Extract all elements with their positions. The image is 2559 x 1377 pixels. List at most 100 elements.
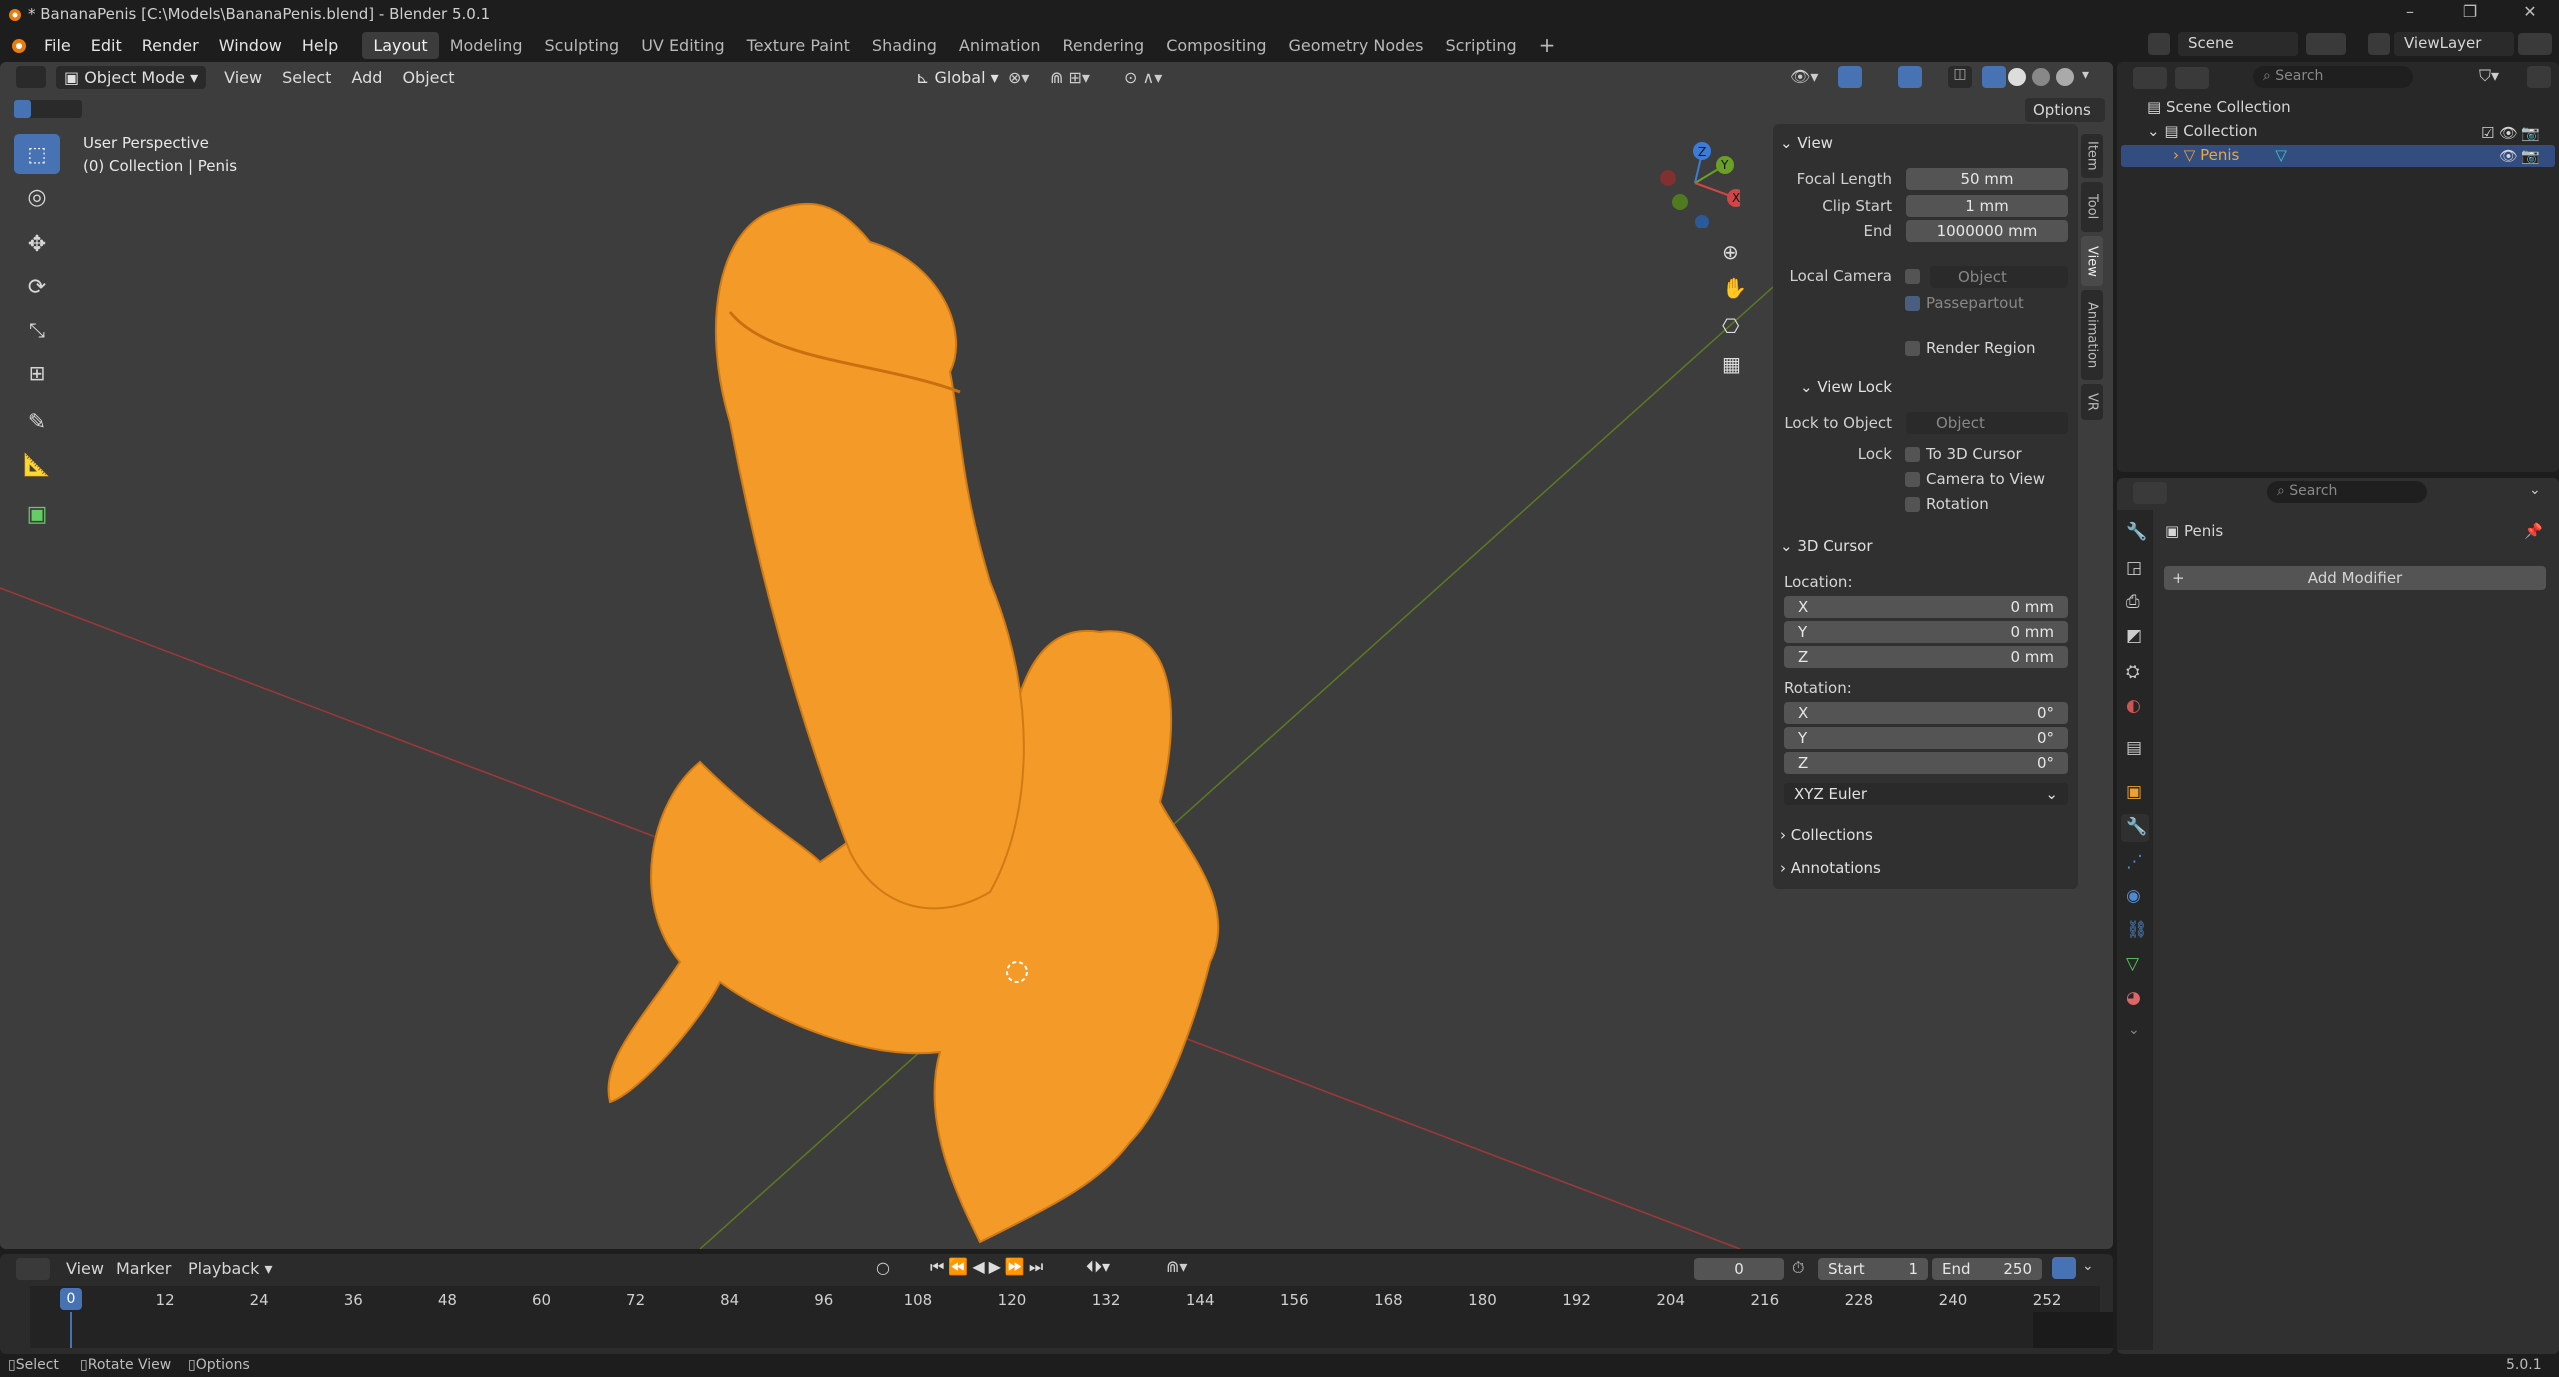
workspace-tab-layout[interactable]: Layout <box>362 31 439 59</box>
clip-start-field[interactable]: 1 mm <box>1906 195 2068 217</box>
outliner-search-input[interactable]: ⌕ Search <box>2253 66 2413 88</box>
start-frame-field[interactable]: Start 1 <box>1818 1258 1928 1280</box>
camera-view-icon[interactable]: ⎔ <box>1722 314 1739 338</box>
workspace-tab-sculpting[interactable]: Sculpting <box>533 32 630 59</box>
menu-edit[interactable]: Edit <box>81 36 132 55</box>
view-section-header[interactable]: ⌄ View <box>1780 134 1833 152</box>
filter-icon[interactable]: ⛉▾ <box>2479 66 2499 86</box>
add-modifier-button[interactable]: + Add Modifier <box>2164 566 2546 590</box>
add-cube-tool[interactable]: ▣ <box>14 494 60 534</box>
camera-icon[interactable]: 📷 <box>2521 147 2540 165</box>
modifier-tab-icon[interactable]: 🔧 <box>2121 814 2149 842</box>
workspace-tab-geometry-nodes[interactable]: Geometry Nodes <box>1278 32 1435 59</box>
timeline-track-area[interactable] <box>30 1286 2100 1348</box>
outliner-scene-collection-row[interactable]: ▤ Scene Collection <box>2147 98 2291 116</box>
measure-tool[interactable]: 📐 <box>14 445 60 485</box>
focal-length-field[interactable]: 50 mm <box>1906 168 2068 190</box>
lock-3d-cursor-checkbox[interactable] <box>1905 447 1920 462</box>
timeline-menu-marker[interactable]: Marker <box>116 1259 171 1278</box>
view-layer-selector[interactable]: ViewLayer <box>2394 32 2514 56</box>
exclude-checkbox-icon[interactable]: ☑ <box>2481 124 2494 142</box>
cursor-rotation-z-field[interactable]: Z 0° <box>1784 752 2068 774</box>
snap-magnet-icon[interactable]: ⋒▾ <box>1166 1257 1187 1276</box>
cursor-location-z-field[interactable]: Z 0 mm <box>1784 646 2068 668</box>
pin-icon[interactable]: 📌 <box>2524 522 2543 540</box>
zoom-icon[interactable]: ⊕ <box>1722 240 1739 264</box>
workspace-tab-rendering[interactable]: Rendering <box>1052 32 1156 59</box>
cursor-rotation-x-field[interactable]: X 0° <box>1784 702 2068 724</box>
collections-section-header[interactable]: › Collections <box>1780 826 1873 844</box>
workspace-tab-texture-paint[interactable]: Texture Paint <box>736 32 861 59</box>
view-layer-tab-icon[interactable]: ◩ <box>2126 626 2142 646</box>
tab-tool[interactable]: Tool <box>2081 182 2103 232</box>
material-tab-icon[interactable]: ◕ <box>2126 988 2141 1008</box>
tab-view[interactable]: View <box>2081 236 2103 286</box>
output-tab-icon[interactable]: ⎙ <box>2126 592 2140 612</box>
workspace-tab-animation[interactable]: Animation <box>948 32 1052 59</box>
keyframe-jump-icon[interactable]: ⏴⏵▾ <box>1086 1257 1110 1277</box>
annotate-tool[interactable]: ✎ <box>14 402 60 442</box>
menu-file[interactable]: File <box>34 36 81 55</box>
view-lock-section-header[interactable]: ⌄ View Lock <box>1800 378 1892 396</box>
move-tool[interactable]: ✥ <box>14 224 60 264</box>
world-tab-icon[interactable]: ◐ <box>2126 696 2141 716</box>
timeline-editor-type-icon[interactable] <box>16 1258 50 1280</box>
playhead-frame-indicator[interactable]: 0 <box>60 1288 82 1310</box>
cursor-rotation-y-field[interactable]: Y 0° <box>1784 727 2068 749</box>
blender-menu-icon[interactable] <box>8 36 28 54</box>
tab-item[interactable]: Item <box>2081 134 2103 178</box>
passepartout-checkbox[interactable] <box>1905 296 1920 311</box>
view-layer-icon[interactable] <box>2368 33 2390 55</box>
object-tab-icon[interactable]: ▣ <box>2126 782 2142 802</box>
ortho-toggle-icon[interactable]: ▦ <box>1722 352 1741 376</box>
render-tab-icon[interactable]: ◲ <box>2126 558 2142 578</box>
menu-help[interactable]: Help <box>292 36 348 55</box>
lock-to-object-field[interactable]: Object <box>1906 412 2068 434</box>
properties-editor-type-icon[interactable] <box>2133 482 2167 504</box>
stopwatch-icon[interactable]: ⏱ <box>1792 1258 1804 1278</box>
collection-tab-icon[interactable]: ▤ <box>2126 738 2142 758</box>
scene-type-icon[interactable] <box>2148 33 2170 55</box>
workspace-tab-compositing[interactable]: Compositing <box>1155 32 1277 59</box>
cursor-location-y-field[interactable]: Y 0 mm <box>1784 621 2068 643</box>
new-collection-icon[interactable] <box>2527 66 2551 88</box>
particles-tab-icon[interactable]: ⋰ <box>2126 852 2143 872</box>
workspace-tab-shading[interactable]: Shading <box>861 32 948 59</box>
outliner-collection-row[interactable]: ⌄ ▤ Collection <box>2147 122 2258 140</box>
workspace-tab-scripting[interactable]: Scripting <box>1434 32 1527 59</box>
close-icon[interactable]: ✕ <box>2505 2 2555 26</box>
chevron-down-icon[interactable]: ⌄ <box>2529 482 2541 498</box>
scale-tool[interactable]: ⤡ <box>14 310 60 350</box>
current-frame-field[interactable]: 0 <box>1694 1258 1784 1280</box>
3d-cursor-section-header[interactable]: ⌄ 3D Cursor <box>1780 537 1873 555</box>
menu-window[interactable]: Window <box>209 36 292 55</box>
outliner-object-label-row[interactable]: › ▽ Penis ▽ <box>2173 146 2287 164</box>
workspace-tab-uv-editing[interactable]: UV Editing <box>630 32 735 59</box>
pan-hand-icon[interactable]: ✋ <box>1722 276 1747 300</box>
new-scene-icon[interactable] <box>2306 33 2346 55</box>
cursor-tool[interactable]: ◎ <box>14 177 60 217</box>
rotate-tool[interactable]: ⟳ <box>14 267 60 307</box>
annotations-section-header[interactable]: › Annotations <box>1780 859 1881 877</box>
clip-end-field[interactable]: 1000000 mm <box>1906 220 2068 242</box>
auto-keying-icon[interactable]: ○ <box>876 1258 890 1277</box>
outliner-editor-type-icon[interactable] <box>2133 67 2167 89</box>
rotation-mode-dropdown[interactable]: XYZ Euler ⌄ <box>1784 783 2068 805</box>
select-box-tool[interactable]: ⬚ <box>14 134 60 174</box>
physics-tab-icon[interactable]: ◉ <box>2126 886 2141 906</box>
tool-tab-icon[interactable]: 🔧 <box>2126 522 2147 542</box>
render-region-checkbox[interactable] <box>1905 341 1920 356</box>
new-view-layer-icon[interactable] <box>2518 33 2552 55</box>
timeline-view-options-icon[interactable] <box>2052 1257 2076 1279</box>
display-mode-icon[interactable] <box>2175 67 2209 89</box>
scene-selector[interactable]: Scene <box>2178 32 2298 56</box>
transform-tool[interactable]: ⊞ <box>14 353 60 393</box>
local-camera-checkbox[interactable] <box>1905 269 1920 284</box>
add-workspace-icon[interactable]: + <box>1528 29 1567 61</box>
workspace-tab-modeling[interactable]: Modeling <box>439 32 534 59</box>
data-tab-icon[interactable]: ▽ <box>2126 954 2139 974</box>
properties-search-input[interactable]: ⌕ Search <box>2267 481 2427 503</box>
eye-icon[interactable]: 👁 <box>2499 147 2518 165</box>
camera-to-view-checkbox[interactable] <box>1905 472 1920 487</box>
minimize-icon[interactable]: – <box>2385 2 2435 26</box>
